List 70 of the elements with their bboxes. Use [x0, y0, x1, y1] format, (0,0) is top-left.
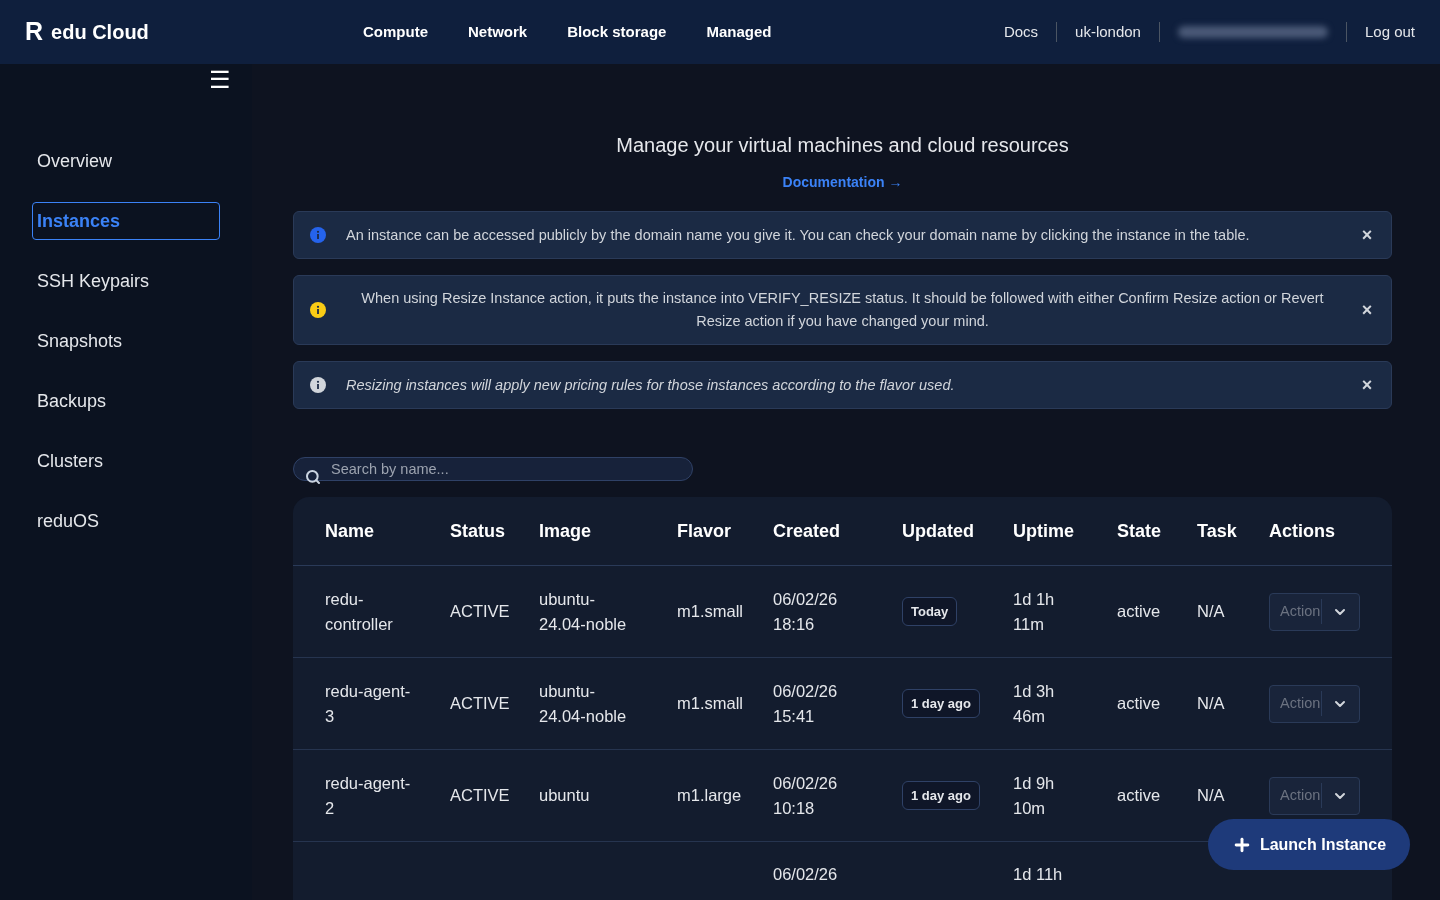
sidebar-item[interactable]: reduOS: [32, 502, 220, 540]
sidebar-item[interactable]: Backups: [32, 382, 220, 420]
table-cell-text: ubuntu: [539, 785, 591, 806]
info-icon: [310, 377, 326, 393]
table-cell-text: 1d 3h 46m: [1013, 680, 1056, 727]
table-cell: m1.small: [677, 602, 743, 620]
nav-link[interactable]: Managed: [706, 20, 772, 44]
column-header: Flavor: [677, 519, 733, 543]
close-button[interactable]: ×: [1359, 226, 1375, 244]
updated-badge: 1 day ago: [902, 781, 980, 810]
table-cell-text: 06/02/26 18:16: [773, 588, 839, 635]
column-header: Name: [324, 519, 376, 543]
table-cell-text: 06/02/26 15:41: [773, 680, 839, 727]
info-icon: [310, 302, 326, 318]
column-header: Created: [773, 519, 842, 543]
table-cell-text: redu-controller: [325, 588, 394, 635]
nav-link[interactable]: Network: [468, 20, 528, 44]
search-icon: [305, 469, 321, 485]
column-header: Actions: [1269, 519, 1336, 543]
table-cell: N/A: [1197, 602, 1225, 620]
close-button[interactable]: ×: [1359, 376, 1375, 394]
table-cell-text: 1d 1h 11m: [1013, 588, 1056, 635]
table-cell: N/A: [1197, 694, 1225, 712]
search-field[interactable]: Search by name...: [293, 457, 693, 481]
table-cell-text: redu-agent-3: [325, 680, 412, 727]
column-header: State: [1117, 519, 1162, 543]
table-cell: ACTIVE: [450, 694, 510, 712]
table-cell: ACTIVE: [450, 602, 510, 620]
sidebar-item[interactable]: Clusters: [32, 442, 220, 480]
menu-button[interactable]: ☰: [209, 68, 231, 92]
alert-text: An instance can be accessed publicly by the domain name you give it. You can check your domain name by clicking the instance in the table.: [345, 225, 1251, 245]
column-header: Updated: [902, 519, 975, 543]
table-cell-text: 06/02/26: [773, 864, 839, 885]
sidebar-item[interactable]: Overview: [32, 142, 220, 180]
table-cell: m1.large: [677, 786, 742, 804]
column-header: Task: [1197, 519, 1238, 543]
table-cell: active: [1117, 786, 1161, 804]
table-cell: active: [1117, 602, 1161, 620]
updated-badge: 1 day ago: [902, 689, 980, 718]
header-link[interactable]: Log out: [1364, 20, 1415, 44]
header-link[interactable]: uk-london: [1075, 20, 1141, 44]
table-cell-text: ubuntu-24.04-noble: [539, 588, 628, 635]
close-button[interactable]: ×: [1359, 301, 1375, 319]
alert-text: Resizing instances will apply new pricing rules for those instances according to the flavor used.: [345, 375, 956, 395]
table-cell-text: 06/02/26 10:18: [773, 772, 839, 819]
table-cell-text: 1d 9h 10m: [1013, 772, 1056, 819]
launch-instance-button[interactable]: Launch Instance: [1208, 819, 1410, 870]
table-cell: ACTIVE: [450, 786, 510, 804]
sidebar-item[interactable]: Instances: [32, 202, 220, 240]
column-header: Status: [450, 519, 506, 543]
updated-badge: Today: [902, 597, 958, 626]
documentation-link[interactable]: Documentation →: [782, 172, 903, 193]
table-cell-text: ubuntu-24.04-noble: [539, 680, 628, 727]
info-icon: [310, 227, 326, 243]
column-header: Image: [539, 519, 593, 543]
table-cell-text: 1d 11h: [1013, 864, 1064, 885]
table-cell: active: [1117, 694, 1161, 712]
header-link[interactable]: Docs: [1003, 20, 1039, 44]
sidebar-item[interactable]: SSH Keypairs: [32, 262, 220, 300]
brand-name: edu Cloud: [51, 20, 149, 45]
table-cell: m1.small: [677, 694, 743, 712]
logo-mark: R: [25, 16, 44, 48]
sidebar-item[interactable]: Snapshots: [32, 322, 220, 360]
nav-link[interactable]: Block storage: [567, 20, 667, 44]
page-title: Manage your virtual machines and cloud resources: [615, 133, 1070, 158]
table-cell: N/A: [1197, 786, 1225, 804]
nav-link[interactable]: Compute: [363, 20, 428, 44]
table-cell-text: redu-agent-2: [325, 772, 412, 819]
alert-text: When using Resize Instance action, it puts the instance into VERIFY_RESIZE status. It should be followed with either Confirm Resize action or Revert Resize action if you have changed your mind.: [360, 289, 1325, 331]
column-header: Uptime: [1013, 519, 1075, 543]
